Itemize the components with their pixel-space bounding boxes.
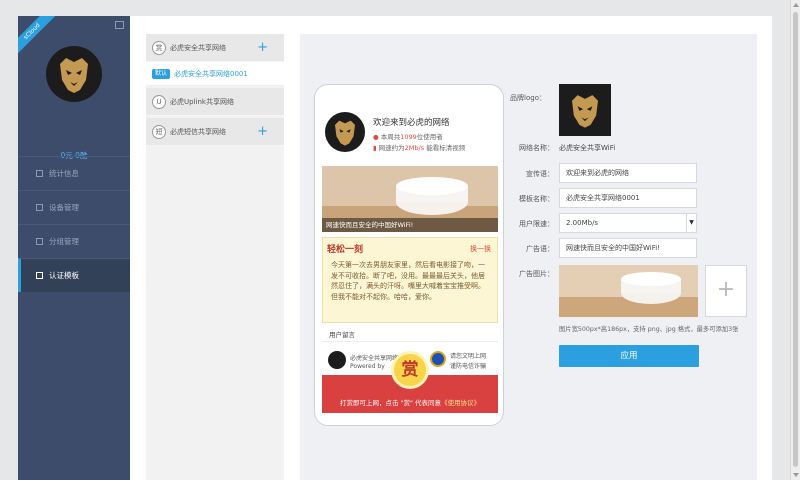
network-name-value: 必虎安全共享WiFi xyxy=(559,144,616,152)
preview-user-count: ● 本周共1099位使用者 xyxy=(373,133,443,141)
ad-text-label: 广告语： xyxy=(526,245,554,253)
device-icon xyxy=(36,204,43,211)
vertical-scrollbar[interactable] xyxy=(790,0,800,480)
preview-banner-image: 网速快而且安全的中国好WiFi! xyxy=(322,166,498,232)
speed-icon: ▮ xyxy=(373,144,377,152)
brand-logo-label: 品牌logo： xyxy=(510,94,546,102)
avatar xyxy=(46,46,102,102)
group-icon xyxy=(36,238,43,245)
footer-logo-icon xyxy=(328,351,346,369)
chart-icon xyxy=(36,170,43,177)
message-label: 用户留言 xyxy=(329,331,355,339)
template-icon xyxy=(36,272,43,279)
joke-card: 轻松一刻 换一换 今天第一次去男朋友家里，然后看电影接了吻，一发不可收拾。断了吧… xyxy=(322,237,498,323)
ad-text-input[interactable]: 网速快而且安全的中国好WiFi! xyxy=(559,238,697,258)
nav-auth-template[interactable]: 认证模板 xyxy=(18,258,130,292)
template-name-input[interactable]: 必虎安全共享网络0001 xyxy=(559,188,697,208)
tiger-logo-icon xyxy=(572,95,598,128)
template-item-uplink[interactable]: U 必虎Uplink共享网络 xyxy=(146,88,284,116)
slogan-label: 宣传语： xyxy=(526,170,554,178)
apply-button[interactable]: 应用 xyxy=(559,345,699,367)
preview-speed: ▮ 网速约为2Mb/s 能看标清视频 xyxy=(373,144,466,152)
template-item-reward[interactable]: 赏必虎安全共享网络 + xyxy=(146,34,284,62)
speed-limit-label: 用户限速： xyxy=(519,220,554,228)
template-item-sms[interactable]: 短必虎短信共享网络 + xyxy=(146,118,284,146)
joke-text: 今天第一次去男朋友家里，然后看电影接了吻，一发不可收拾。断了吧，没用。最最最后关… xyxy=(331,261,485,301)
scroll-thumb[interactable] xyxy=(793,12,798,467)
user-icon: ● xyxy=(373,133,379,141)
reward-button[interactable]: 赏 xyxy=(391,351,429,389)
tiger-logo-icon xyxy=(335,120,355,146)
add-template-button[interactable]: + xyxy=(257,34,268,62)
add-sms-template-button[interactable]: + xyxy=(257,118,268,146)
template-item-default[interactable]: 默认 必虎安全共享网络0001 xyxy=(146,62,284,86)
logout-icon[interactable] xyxy=(115,21,124,29)
image-hint: 图片宽500px*高186px，支持 png、jpg 格式，最多可添加3张 xyxy=(559,326,739,333)
add-image-button[interactable]: + xyxy=(705,265,747,317)
preview-title: 欢迎来到必虎的网络 xyxy=(373,118,450,128)
scroll-up-icon[interactable] xyxy=(793,3,799,7)
preview-logo xyxy=(325,112,365,152)
banner-caption: 网速快而且安全的中国好WiFi! xyxy=(322,218,498,232)
divider xyxy=(322,341,498,342)
template-list: 赏必虎安全共享网络 + 默认 必虎安全共享网络0001 U 必虎Uplink共享网络… xyxy=(146,34,284,480)
brand-ribbon: sCloud xyxy=(18,16,58,57)
nav-devices[interactable]: 设备管理 xyxy=(18,190,130,224)
template-type-badge: 短 xyxy=(152,125,166,139)
phone-preview: 欢迎来到必虎的网络 ● 本周共1099位使用者 ▮ 网速约为2Mb/s 能看标清… xyxy=(314,84,504,426)
joke-switch-button[interactable]: 换一换 xyxy=(470,244,491,254)
template-type-badge: U xyxy=(152,95,166,109)
scroll-down-icon[interactable] xyxy=(793,473,799,477)
tiger-logo-icon xyxy=(60,58,88,93)
speed-limit-select[interactable]: 2.00Mb/s ▼ xyxy=(559,213,697,233)
brand-logo-image[interactable] xyxy=(559,84,611,136)
nav-groups[interactable]: 分组管理 xyxy=(18,224,130,258)
joke-title: 轻松一刻 xyxy=(327,245,364,255)
chevron-down-icon[interactable]: ▼ xyxy=(686,214,696,232)
template-name-label: 模板名称： xyxy=(519,195,554,203)
sidebar: sCloud 0元 0酷 统计信息 设备管理 分组管理 认证模板 xyxy=(18,16,130,480)
ad-image-thumbnail[interactable] xyxy=(559,265,698,317)
template-type-badge: 赏 xyxy=(152,41,166,55)
default-badge: 默认 xyxy=(152,69,171,79)
network-name-label: 网络名称： xyxy=(519,144,554,152)
reward-agreement: 打赏即可上网，点击 "赏" 代表同意《使用协议》 xyxy=(339,399,481,407)
police-badge-icon xyxy=(430,351,446,367)
ad-image-label: 广告图片： xyxy=(519,270,554,278)
slogan-input[interactable]: 欢迎来到必虎的网络 xyxy=(559,163,697,183)
nav-statistics[interactable]: 统计信息 xyxy=(18,156,130,190)
agreement-link[interactable]: 《使用协议》 xyxy=(441,399,480,407)
top-bar xyxy=(0,0,800,16)
